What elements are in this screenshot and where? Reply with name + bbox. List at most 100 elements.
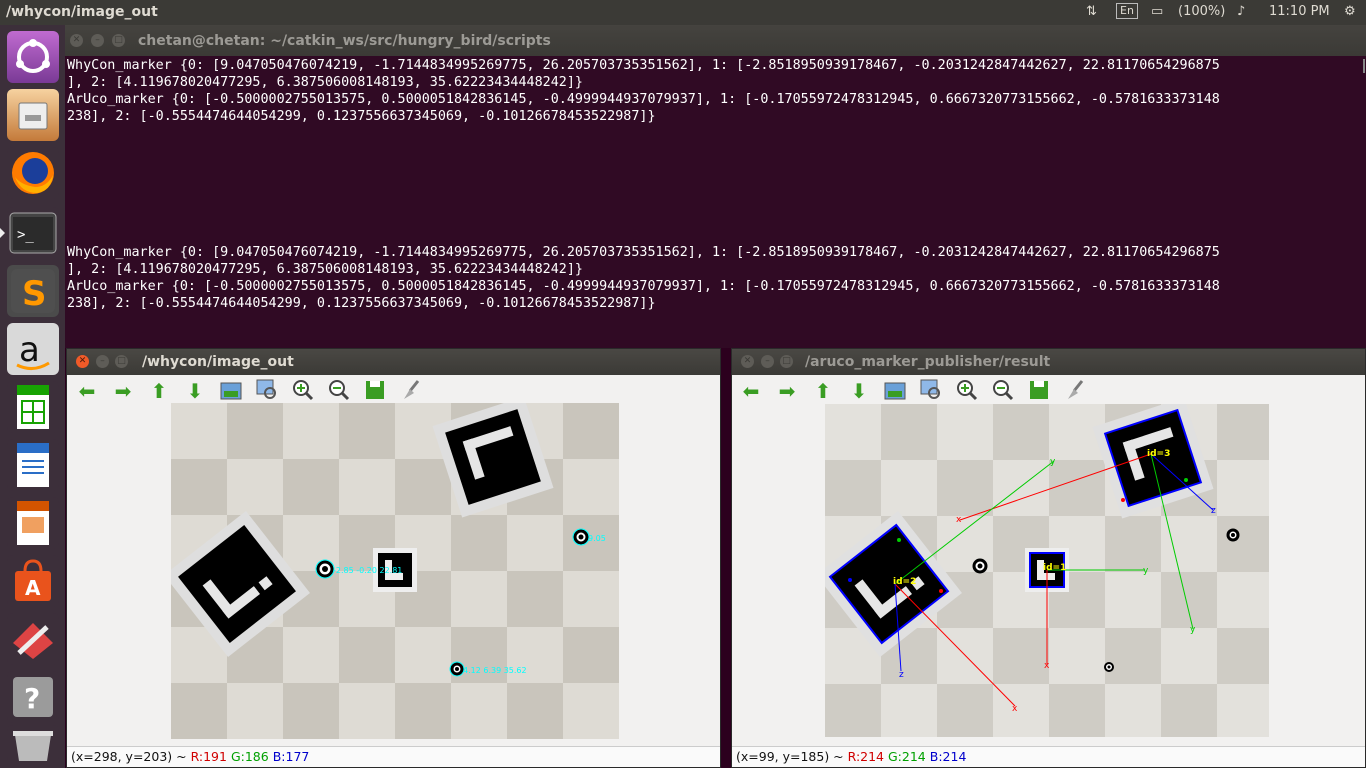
aruco-camera-image[interactable]: x z y y x z y x id=3 id=2 id=1 xyxy=(825,404,1269,737)
terminal-scrollbar[interactable] xyxy=(1363,59,1365,73)
zoom-out-icon[interactable] xyxy=(991,379,1015,403)
down-arrow-icon[interactable]: ⬇ xyxy=(183,379,207,403)
whycon-window-title: /whycon/image_out xyxy=(142,354,294,370)
save-icon[interactable] xyxy=(363,379,387,403)
top-panel: /whycon/image_out ⇅ En ▭ (100%) ♪ 11:10 … xyxy=(0,0,1366,25)
aruco-image-window[interactable]: ✕ – □ /aruco_marker_publisher/result ⬅ ➡… xyxy=(731,348,1366,768)
battery-icon[interactable]: ▭ xyxy=(1151,4,1163,19)
amazon-icon[interactable]: a xyxy=(7,323,59,375)
svg-text:>_: >_ xyxy=(17,227,34,243)
axis-y-label: y xyxy=(1143,566,1149,576)
whycon-label-2: 9.05 xyxy=(588,534,606,543)
clock[interactable]: 11:10 PM xyxy=(1269,4,1330,19)
whycon-label-1: -2.85 -0.20 22.81 xyxy=(333,566,402,575)
aruco-id-3-label: id=3 xyxy=(1147,449,1170,459)
libreoffice-calc-icon[interactable] xyxy=(7,381,59,433)
terminal-line: WhyCon_marker {0: [9.047050476074219, -1… xyxy=(67,58,1220,73)
aruco-titlebar[interactable]: ✕ – □ /aruco_marker_publisher/result xyxy=(732,349,1365,375)
up-arrow-icon[interactable]: ⬆ xyxy=(811,379,835,403)
libreoffice-writer-icon[interactable] xyxy=(7,439,59,491)
clear-brush-icon[interactable] xyxy=(1063,379,1087,403)
aruco-status-g: G:214 xyxy=(888,749,926,764)
libreoffice-impress-icon[interactable] xyxy=(7,497,59,549)
forward-arrow-icon[interactable]: ➡ xyxy=(111,379,135,403)
whycon-camera-image[interactable]: -2.85 -0.20 22.81 9.05 4.12 6.39 35.62 xyxy=(171,403,619,739)
network-arrows-icon[interactable]: ⇅ xyxy=(1086,4,1097,19)
terminal-window[interactable]: ✕ – □ chetan@chetan: ~/catkin_ws/src/hun… xyxy=(65,25,1366,369)
whycon-status-position: (x=298, y=203) ~ xyxy=(71,749,191,764)
firefox-icon[interactable] xyxy=(7,147,59,199)
maximize-icon[interactable]: □ xyxy=(115,355,128,368)
maximize-icon[interactable]: □ xyxy=(112,34,125,47)
svg-text:?: ? xyxy=(24,682,40,715)
terminal-line: WhyCon_marker {0: [9.047050476074219, -1… xyxy=(67,245,1220,260)
image-view-icon[interactable] xyxy=(883,379,907,403)
keyboard-layout-indicator[interactable]: En xyxy=(1116,3,1138,19)
ubuntu-software-icon[interactable]: A xyxy=(7,555,59,607)
zoom-region-icon[interactable] xyxy=(255,379,279,403)
svg-text:a: a xyxy=(19,330,40,370)
axis-x-label: x xyxy=(1044,661,1050,671)
terminal-output[interactable]: WhyCon_marker {0: [9.047050476074219, -1… xyxy=(67,57,1357,312)
close-icon[interactable]: ✕ xyxy=(70,34,83,47)
whycon-status-bar: (x=298, y=203) ~ R:191 G:186 B:177 xyxy=(67,746,720,767)
power-gear-icon[interactable]: ⚙ xyxy=(1344,4,1356,19)
files-icon[interactable] xyxy=(7,89,59,141)
close-icon[interactable]: ✕ xyxy=(76,355,89,368)
trash-icon[interactable] xyxy=(7,725,59,763)
image-view-icon[interactable] xyxy=(219,379,243,403)
close-icon[interactable]: ✕ xyxy=(741,355,754,368)
save-icon[interactable] xyxy=(1027,379,1051,403)
terminal-line: 238], 2: [-0.5554474644054299, 0.1237556… xyxy=(67,109,656,124)
system-settings-icon[interactable] xyxy=(7,613,59,665)
terminal-line: ArUco_marker {0: [-0.5000002755013575, 0… xyxy=(67,279,1220,294)
terminal-line: ], 2: [4.119678020477295, 6.387506008148… xyxy=(67,75,583,90)
aruco-window-title: /aruco_marker_publisher/result xyxy=(805,354,1051,370)
axis-y-label: y xyxy=(1050,457,1056,467)
ubuntu-dash-icon[interactable] xyxy=(7,31,59,83)
svg-text:A: A xyxy=(25,576,41,600)
minimize-icon[interactable]: – xyxy=(96,355,109,368)
svg-text:S: S xyxy=(22,274,47,314)
terminal-titlebar[interactable]: ✕ – □ chetan@chetan: ~/catkin_ws/src/hun… xyxy=(65,25,1366,56)
axis-x-label: x xyxy=(956,515,962,525)
aruco-status-r: R:214 xyxy=(847,749,885,764)
help-icon[interactable]: ? xyxy=(7,671,59,723)
minimize-icon[interactable]: – xyxy=(761,355,774,368)
back-arrow-icon[interactable]: ⬅ xyxy=(739,379,763,403)
aruco-id-1-label: id=1 xyxy=(1043,563,1066,573)
axis-z-label: z xyxy=(899,670,904,680)
aruco-status-bar: (x=99, y=185) ~ R:214 G:214 B:214 xyxy=(732,746,1365,767)
minimize-icon[interactable]: – xyxy=(91,34,104,47)
forward-arrow-icon[interactable]: ➡ xyxy=(775,379,799,403)
aruco-toolbar: ⬅ ➡ ⬆ ⬇ xyxy=(732,375,1365,407)
zoom-out-icon[interactable] xyxy=(327,379,351,403)
sublime-text-icon[interactable]: S xyxy=(7,265,59,317)
whycon-label-3: 4.12 6.39 35.62 xyxy=(463,666,527,675)
terminal-line: ], 2: [4.119678020477295, 6.387506008148… xyxy=(67,262,583,277)
zoom-region-icon[interactable] xyxy=(919,379,943,403)
terminal-title: chetan@chetan: ~/catkin_ws/src/hungry_bi… xyxy=(138,33,551,49)
up-arrow-icon[interactable]: ⬆ xyxy=(147,379,171,403)
back-arrow-icon[interactable]: ⬅ xyxy=(75,379,99,403)
zoom-in-icon[interactable] xyxy=(955,379,979,403)
unity-launcher: >_ S a A ? xyxy=(0,25,65,768)
battery-percent: (100%) xyxy=(1178,4,1226,19)
maximize-icon[interactable]: □ xyxy=(780,355,793,368)
clear-brush-icon[interactable] xyxy=(399,379,423,403)
whycon-status-g: G:186 xyxy=(230,749,269,764)
zoom-in-icon[interactable] xyxy=(291,379,315,403)
whycon-titlebar[interactable]: ✕ – □ /whycon/image_out xyxy=(67,349,720,375)
whycon-status-b: B:177 xyxy=(272,749,310,764)
terminal-icon[interactable]: >_ xyxy=(0,207,59,259)
down-arrow-icon[interactable]: ⬇ xyxy=(847,379,871,403)
whycon-image-window[interactable]: ✕ – □ /whycon/image_out ⬅ ➡ ⬆ ⬇ -2.85 -0… xyxy=(66,348,721,768)
whycon-status-r: R:191 xyxy=(190,749,227,764)
aruco-id-2-label: id=2 xyxy=(893,577,916,587)
volume-icon[interactable]: ♪ xyxy=(1237,4,1245,19)
aruco-status-position: (x=99, y=185) ~ xyxy=(736,749,848,764)
